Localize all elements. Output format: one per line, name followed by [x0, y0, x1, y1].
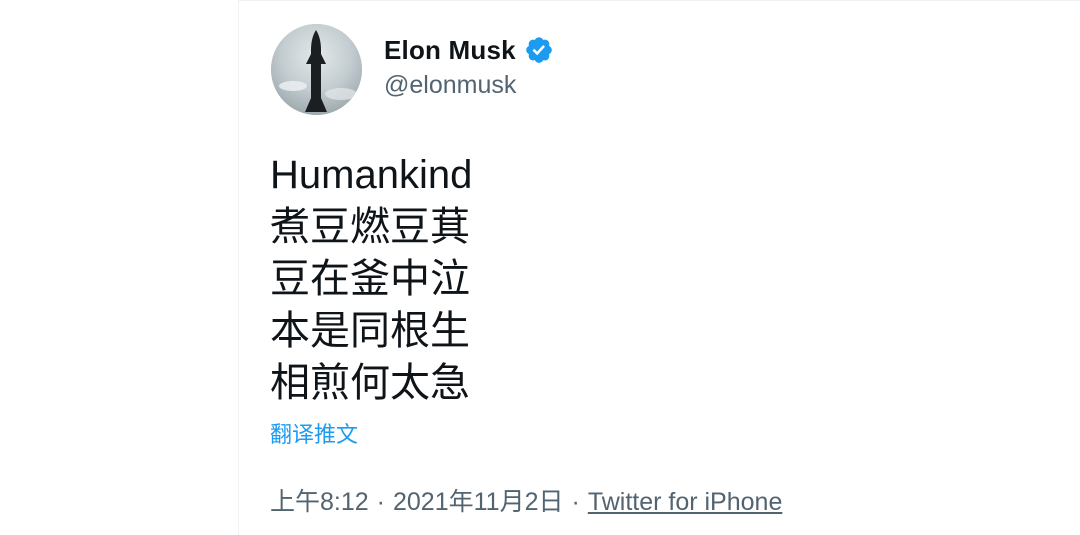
tweet-meta: 上午8:12 · 2021年11月2日 · Twitter for iPhone [270, 482, 782, 518]
meta-separator: · [376, 488, 385, 516]
page: Elon Musk @elonmusk Humankind 煮豆燃豆萁 豆在釜中… [0, 0, 1080, 535]
tweet-text: Humankind 煮豆燃豆萁 豆在釜中泣 本是同根生 相煎何太急 [270, 149, 472, 409]
tweet-text-line: 豆在釜中泣 [270, 257, 470, 301]
author-name[interactable]: Elon Musk [384, 35, 516, 66]
tweet-text-line: 煮豆燃豆萁 [270, 205, 470, 249]
tweet-time[interactable]: 上午8:12 [270, 488, 369, 516]
translate-tweet-link[interactable]: 翻译推文 [270, 417, 358, 449]
tweet-date[interactable]: 2021年11月2日 [393, 488, 563, 516]
tweet-text-line: 相煎何太急 [270, 361, 470, 405]
starship-rocket-icon [271, 24, 362, 115]
tweet-card: Elon Musk @elonmusk Humankind 煮豆燃豆萁 豆在釜中… [238, 0, 1080, 535]
verified-badge-icon [524, 35, 554, 65]
tweet-text-line: Humankind [270, 153, 473, 197]
avatar[interactable] [271, 24, 362, 115]
author-handle[interactable]: @elonmusk [384, 71, 516, 100]
meta-separator: · [571, 488, 580, 516]
tweet-source-link[interactable]: Twitter for iPhone [588, 488, 783, 516]
author-name-row: Elon Musk [384, 33, 554, 67]
tweet-text-line: 本是同根生 [270, 309, 470, 353]
